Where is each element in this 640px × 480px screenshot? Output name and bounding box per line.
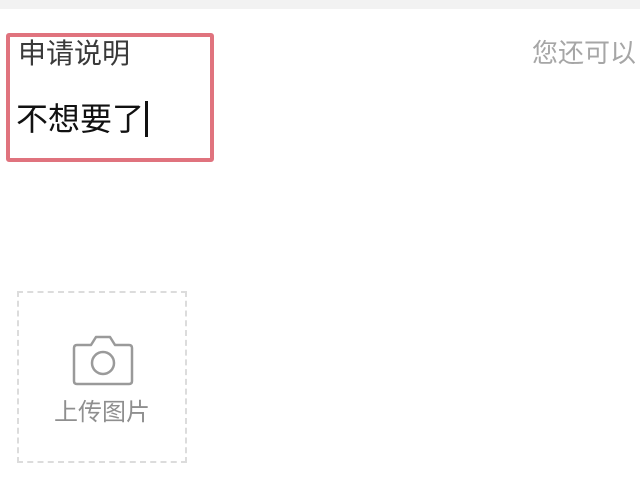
text-caret (145, 101, 149, 137)
character-remaining-hint: 您还可以 (532, 39, 637, 69)
top-divider-strip (0, 0, 640, 9)
upload-image-label: 上传图片 (54, 398, 150, 426)
camera-icon (72, 335, 134, 386)
upload-image-button[interactable]: 上传图片 (17, 291, 187, 463)
explanation-input-value: 不想要了 (16, 100, 145, 138)
explanation-input[interactable]: 不想要了 (16, 94, 616, 144)
section-label: 申请说明 (18, 37, 131, 70)
